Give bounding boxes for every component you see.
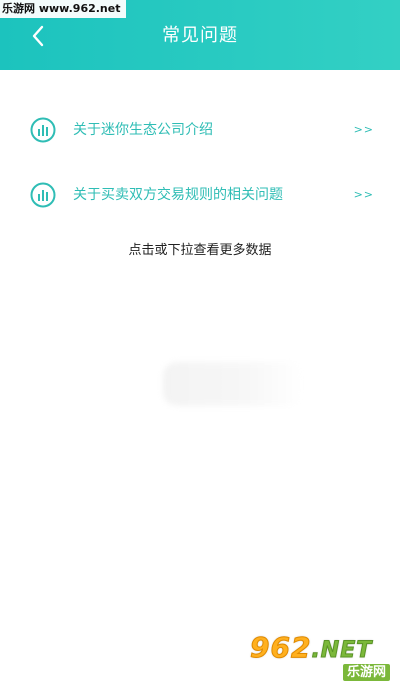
faq-item-trade-rules[interactable]: 关于买卖双方交易规则的相关问题 >> — [0, 173, 400, 217]
watermark-bottom: 962.NET 乐游网 — [249, 629, 392, 681]
double-chevron-right-icon: >> — [353, 123, 374, 136]
faq-item-label: 关于迷你生态公司介绍 — [73, 122, 213, 138]
faq-item-company-intro[interactable]: 关于迷你生态公司介绍 >> — [0, 108, 400, 152]
faq-page: 常见问题 乐游网 www.962.net 关于迷你生态公司介绍 >> 关于买卖双… — [0, 0, 400, 687]
faq-item-label: 关于买卖双方交易规则的相关问题 — [73, 187, 283, 203]
double-chevron-right-icon: >> — [353, 188, 374, 201]
watermark-sub-label: 乐游网 — [342, 664, 390, 681]
bar-chart-circle-icon — [30, 182, 56, 208]
blurred-overlay — [163, 362, 303, 406]
bar-chart-circle-icon — [30, 117, 56, 143]
load-more-link[interactable]: 点击或下拉查看更多数据 — [0, 240, 400, 262]
watermark-top: 乐游网 www.962.net — [0, 0, 127, 18]
watermark-logo: 962.NET — [249, 631, 373, 665]
